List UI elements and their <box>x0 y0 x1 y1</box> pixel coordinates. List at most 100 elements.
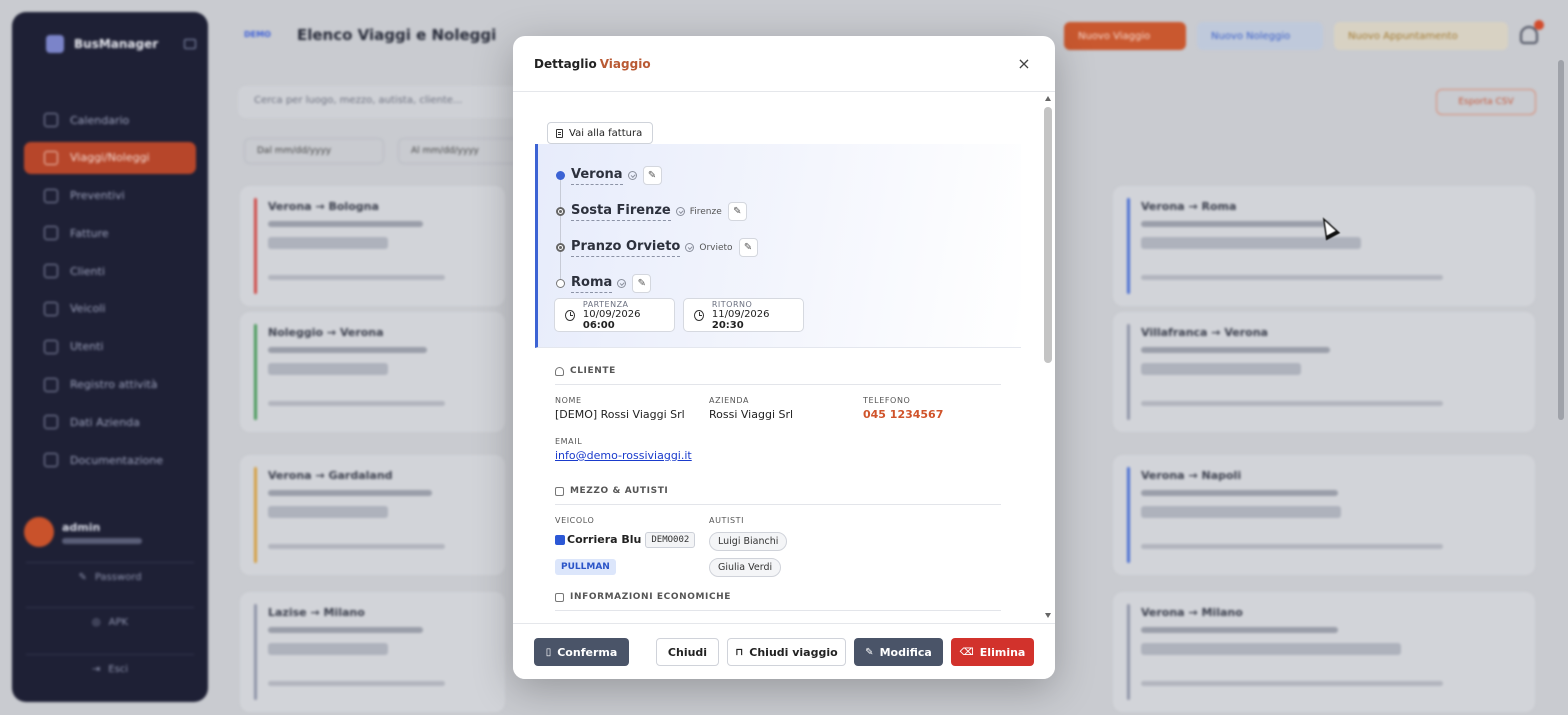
close-trip-button[interactable]: ⊓ Chiudi viaggio <box>727 638 846 666</box>
avatar <box>24 517 54 547</box>
sidebar-item-activity-log[interactable]: Registro attività <box>24 369 196 401</box>
stopover-point-icon <box>556 243 565 252</box>
phone-link[interactable]: 045 1234567 <box>863 408 943 421</box>
client-name: [DEMO] Rossi Viaggi Srl <box>555 408 685 421</box>
edit-button[interactable]: ✎ Modifica <box>854 638 943 666</box>
email-link[interactable]: info@demo-rossiviaggi.it <box>555 449 692 462</box>
trip-card[interactable]: Verona → Roma <box>1113 186 1535 306</box>
new-rental-button[interactable]: Nuovo Noleggio <box>1197 22 1323 50</box>
stopover-point-icon <box>556 207 565 216</box>
sidebar-item-documentation[interactable]: Documentazione <box>24 444 196 476</box>
scroll-down-icon[interactable] <box>1044 613 1051 618</box>
notification-badge <box>1534 20 1544 30</box>
key-icon: ✎ <box>78 572 87 583</box>
page-title: Elenco Viaggi e Noleggi <box>297 26 497 44</box>
modal-body: Vai alla fattura Verona ✎ Sosta Firenze … <box>513 92 1055 623</box>
vehicle-type-badge: PULLMAN <box>555 559 616 575</box>
user-icon <box>555 366 564 376</box>
sidebar-item-company-data[interactable]: Dati Azienda <box>24 406 196 438</box>
company-name: Rossi Viaggi Srl <box>709 408 794 421</box>
client-name-label: NOME <box>555 396 582 405</box>
logout-button[interactable]: ⇥ Esci <box>26 654 194 684</box>
client-section: CLIENTE NOME [DEMO] Rossi Viaggi Srl AZI… <box>555 366 1001 474</box>
bus-icon <box>555 486 564 496</box>
date-from-input[interactable]: Dal mm/dd/yyyy <box>244 138 384 164</box>
sidebar-item-trips[interactable]: Viaggi/Noleggi <box>24 141 196 174</box>
sidebar-item-users[interactable]: Utenti <box>24 331 196 363</box>
close-button[interactable]: Chiudi <box>656 638 719 666</box>
vehicle-section-title: MEZZO & AUTISTI <box>555 486 1001 505</box>
vehicle-name: Corriera Blu <box>567 533 642 546</box>
departure-time: 06:00 <box>582 319 615 331</box>
modal-scrollbar[interactable] <box>1044 96 1052 618</box>
export-csv-button[interactable]: Esporta CSV <box>1436 89 1536 115</box>
delete-button[interactable]: ⌫ Elimina <box>951 638 1034 666</box>
sidebar-item-quotes[interactable]: Preventivi <box>24 180 196 212</box>
modal-title: Dettaglio Viaggio <box>534 56 651 71</box>
password-button[interactable]: ✎ Password <box>26 562 194 592</box>
stop-name[interactable]: Pranzo Orvieto <box>571 239 681 257</box>
route-stop-start: Verona ✎ <box>556 166 662 185</box>
trip-card[interactable]: Lazise → Milano <box>240 592 505 712</box>
route-panel: Verona ✎ Sosta Firenze Firenze ✎ Pranzo … <box>535 144 1021 348</box>
driver-chip: Luigi Bianchi <box>709 532 788 551</box>
stop-name[interactable]: Verona <box>571 167 623 185</box>
trip-card[interactable]: Verona → Napoli <box>1113 455 1535 575</box>
scrollbar-thumb[interactable] <box>1044 107 1052 363</box>
route-stop-intermediate: Pranzo Orvieto Orvieto ✎ <box>556 238 758 257</box>
route-stop-end: Roma ✎ <box>556 274 652 293</box>
trip-card[interactable]: Verona → Gardaland <box>240 455 505 575</box>
driver-chip: Giulia Verdi <box>709 558 782 577</box>
go-to-invoice-button[interactable]: Vai alla fattura <box>547 122 654 144</box>
stop-name[interactable]: Sosta Firenze <box>571 203 671 221</box>
download-icon: ◎ <box>91 617 101 628</box>
client-section-title: CLIENTE <box>555 366 1001 385</box>
pencil-icon: ✎ <box>733 206 742 217</box>
pencil-icon: ✎ <box>865 646 874 658</box>
sidebar-item-vehicles[interactable]: Veicoli <box>24 293 196 325</box>
sidebar-item-clients[interactable]: Clienti <box>24 255 196 287</box>
trash-icon: ⌫ <box>959 646 974 658</box>
modal-footer: ▯ Conferma Chiudi ⊓ Chiudi viaggio ✎ Modifi… <box>513 623 1055 679</box>
phone-label: TELEFONO <box>863 396 911 405</box>
clock-icon <box>565 309 575 321</box>
verified-icon <box>617 279 627 288</box>
sidebar-brand: BusManager <box>24 34 196 54</box>
collapse-sidebar-icon[interactable] <box>184 39 196 49</box>
pencil-icon: ✎ <box>647 170 657 181</box>
edit-stop-button[interactable]: ✎ <box>738 238 758 257</box>
return-date: 11/09/2026 <box>711 308 770 320</box>
return-box: RITORNO 11/09/2026 20:30 <box>683 298 804 332</box>
edit-stop-button[interactable]: ✎ <box>727 202 747 221</box>
vehicle-color-swatch <box>555 534 565 545</box>
company-label: AZIENDA <box>709 396 750 405</box>
edit-stop-button[interactable]: ✎ <box>632 274 652 293</box>
sidebar: BusManager Calendario Viaggi/Noleggi Pre… <box>12 12 208 702</box>
scroll-up-icon[interactable] <box>1045 96 1051 101</box>
building-icon <box>44 415 58 430</box>
user-name: admin <box>62 520 101 534</box>
trip-card[interactable]: Verona → Bologna <box>240 186 505 306</box>
trip-card[interactable]: Villafranca → Verona <box>1113 312 1535 432</box>
clock-icon <box>694 309 704 321</box>
new-trip-button[interactable]: Nuovo Viaggio <box>1064 22 1186 50</box>
sidebar-item-calendar[interactable]: Calendario <box>24 104 196 136</box>
calendar-icon <box>44 113 58 127</box>
economic-section-title: INFORMAZIONI ECONOMICHE <box>555 592 1001 611</box>
page-scrollbar[interactable] <box>1558 60 1564 420</box>
new-appointment-button[interactable]: Nuovo Appuntamento <box>1334 22 1508 50</box>
trip-card[interactable]: Noleggio → Verona <box>240 312 505 432</box>
pencil-icon: ✎ <box>743 242 753 253</box>
invoice-icon <box>44 226 58 241</box>
trip-card[interactable]: Verona → Milano <box>1113 592 1535 712</box>
edit-stop-button[interactable]: ✎ <box>642 166 662 185</box>
search-input[interactable]: Cerca per luogo, mezzo, autista, cliente… <box>238 86 528 118</box>
confirm-button[interactable]: ▯ Conferma <box>534 638 629 666</box>
logout-icon: ⇥ <box>91 664 101 675</box>
apk-button[interactable]: ◎ APK <box>26 607 194 637</box>
stop-name[interactable]: Roma <box>571 275 613 293</box>
sidebar-item-invoices[interactable]: Fatture <box>24 217 196 249</box>
verified-icon <box>675 207 685 216</box>
route-connector <box>560 178 561 282</box>
close-icon[interactable]: × <box>1015 55 1033 73</box>
